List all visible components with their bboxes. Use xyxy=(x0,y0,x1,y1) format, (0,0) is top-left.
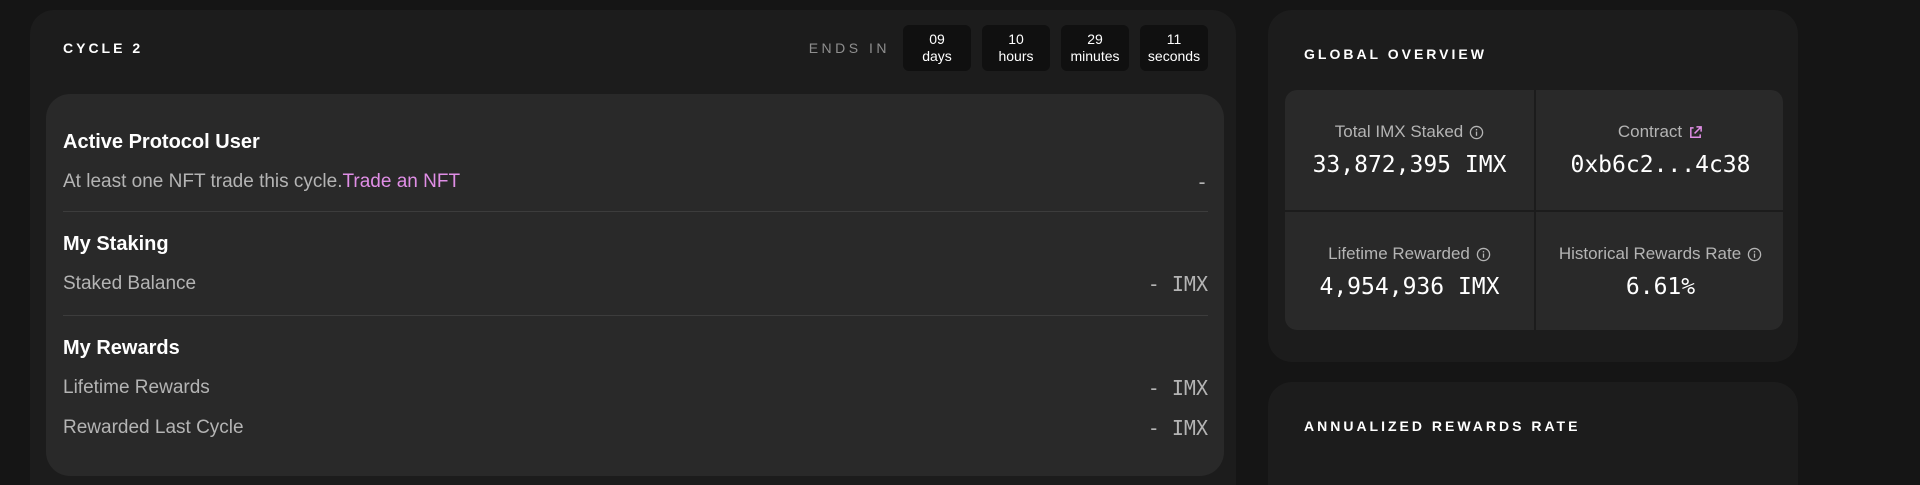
cycle-panel: CYCLE 2 ENDS IN 09 days 10 hours 29 minu… xyxy=(30,10,1236,485)
countdown-value: 11 xyxy=(1166,31,1182,47)
global-overview-title: GLOBAL OVERVIEW xyxy=(1304,46,1487,62)
user-status-card: Active Protocol User At least one NFT tr… xyxy=(46,94,1224,476)
global-overview-panel: GLOBAL OVERVIEW Total IMX Staked 33,872,… xyxy=(1268,10,1798,362)
staked-balance-value: - IMX xyxy=(1147,272,1208,296)
annualized-rewards-panel: ANNUALIZED REWARDS RATE xyxy=(1268,382,1798,485)
active-user-row: At least one NFT trade this cycle.Trade … xyxy=(63,170,1208,194)
info-icon[interactable] xyxy=(1469,125,1484,140)
contract-label: Contract xyxy=(1617,122,1683,141)
total-staked-label: Total IMX Staked xyxy=(1334,122,1464,141)
countdown-unit: seconds xyxy=(1147,48,1201,64)
lifetime-rewarded-label: Lifetime Rewarded xyxy=(1328,244,1470,263)
stat-label-row: Lifetime Rewarded xyxy=(1328,244,1491,264)
active-user-status: - xyxy=(1195,170,1208,194)
countdown-unit: hours xyxy=(998,48,1034,64)
staked-balance-label: Staked Balance xyxy=(63,273,197,294)
lifetime-rewarded-value: 4,954,936 IMX xyxy=(1319,274,1500,300)
active-user-section: Active Protocol User At least one NFT tr… xyxy=(63,94,1208,212)
lifetime-rewards-row: Lifetime Rewards - IMX xyxy=(63,376,1208,400)
stat-label-row: Total IMX Staked xyxy=(1335,122,1485,142)
section-title: My Rewards xyxy=(63,337,180,359)
cycle-header: CYCLE 2 ENDS IN 09 days 10 hours 29 minu… xyxy=(63,10,1208,86)
countdown-seconds: 11 seconds xyxy=(1140,25,1208,71)
section-title: Active Protocol User xyxy=(63,131,260,153)
section-title: My Staking xyxy=(63,233,169,255)
historical-rate-label: Historical Rewards Rate xyxy=(1558,244,1742,263)
cycle-title: CYCLE 2 xyxy=(63,40,144,56)
last-cycle-label: Rewarded Last Cycle xyxy=(63,417,244,438)
countdown-unit: minutes xyxy=(1070,48,1120,64)
staked-balance-row: Staked Balance - IMX xyxy=(63,272,1208,296)
countdown-days: 09 days xyxy=(903,25,971,71)
countdown-value: 09 xyxy=(929,31,945,47)
countdown-value: 29 xyxy=(1087,31,1103,47)
active-user-description: At least one NFT trade this cycle. xyxy=(63,171,343,192)
staking-section: My Staking Staked Balance - IMX xyxy=(63,212,1208,316)
contract-stat: Contract 0xb6c2...4c38 xyxy=(1536,90,1783,210)
countdown-minutes: 29 minutes xyxy=(1061,25,1129,71)
stat-label-row: Historical Rewards Rate xyxy=(1559,244,1762,264)
last-cycle-value: - IMX xyxy=(1147,416,1208,440)
lifetime-rewards-label: Lifetime Rewards xyxy=(63,377,210,398)
countdown-unit: days xyxy=(922,48,952,64)
countdown-value: 10 xyxy=(1008,31,1024,47)
ends-in-label: ENDS IN xyxy=(808,40,890,56)
external-link-icon[interactable] xyxy=(1688,125,1703,140)
active-user-description-wrap: At least one NFT trade this cycle.Trade … xyxy=(63,170,460,194)
last-cycle-row: Rewarded Last Cycle - IMX xyxy=(63,416,1208,440)
rewards-section: My Rewards Lifetime Rewards - IMX Reward… xyxy=(63,316,1208,440)
info-icon[interactable] xyxy=(1747,247,1762,262)
total-staked-stat: Total IMX Staked 33,872,395 IMX xyxy=(1285,90,1534,210)
historical-rate-value: 6.61% xyxy=(1625,274,1696,300)
countdown: ENDS IN 09 days 10 hours 29 minutes 11 s… xyxy=(809,25,1208,71)
info-icon[interactable] xyxy=(1476,247,1491,262)
annualized-rewards-title: ANNUALIZED REWARDS RATE xyxy=(1304,418,1581,434)
lifetime-rewards-value: - IMX xyxy=(1147,376,1208,400)
trade-nft-link[interactable]: Trade an NFT xyxy=(343,171,461,192)
stat-label-row: Contract xyxy=(1618,122,1703,142)
total-staked-value: 33,872,395 IMX xyxy=(1312,152,1507,178)
historical-rate-stat: Historical Rewards Rate 6.61% xyxy=(1536,212,1783,330)
lifetime-rewarded-stat: Lifetime Rewarded 4,954,936 IMX xyxy=(1285,212,1534,330)
stat-grid: Total IMX Staked 33,872,395 IMX Contract… xyxy=(1285,90,1783,330)
contract-value[interactable]: 0xb6c2...4c38 xyxy=(1570,152,1750,178)
countdown-hours: 10 hours xyxy=(982,25,1050,71)
